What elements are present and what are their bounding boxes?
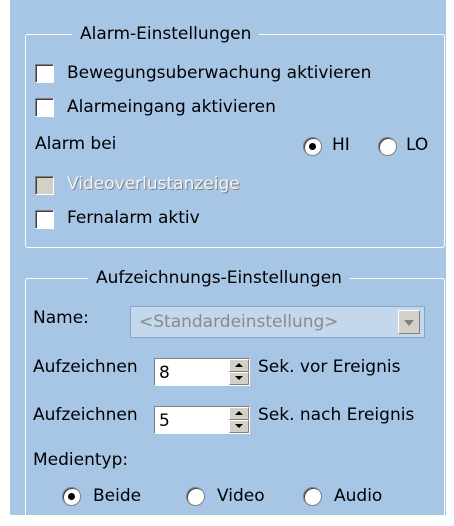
alarm-input-checkbox[interactable] [35, 98, 54, 117]
post-event-seconds-spinner[interactable]: 5 [154, 406, 250, 434]
post-event-suffix: Sek. nach Ereignis [258, 405, 415, 425]
name-label: Name: [33, 308, 89, 328]
media-both-label: Beide [93, 486, 142, 506]
spin-down-icon[interactable] [229, 372, 249, 385]
alarm-lo-radio[interactable] [378, 137, 397, 156]
media-audio-radio[interactable] [303, 487, 322, 506]
remote-alarm-label: Fernalarm aktiv [67, 208, 200, 228]
alarm-lo-label: LO [406, 135, 429, 155]
alarm-hi-radio[interactable] [303, 137, 322, 156]
media-video-label: Video [217, 486, 265, 506]
alarm-settings-legend: Alarm-Einstellungen [72, 24, 260, 44]
name-select-value: <Standardeinstellung> [139, 312, 339, 332]
chevron-down-icon [398, 310, 420, 334]
motion-detection-label: Bewegungsuberwachung aktivieren [67, 63, 372, 83]
pre-event-suffix: Sek. vor Ereignis [258, 357, 401, 377]
alarm-hi-label: HI [332, 135, 350, 155]
post-event-record-label: Aufzeichnen [33, 405, 138, 425]
video-loss-checkbox [35, 176, 54, 195]
media-both-radio[interactable] [62, 487, 81, 506]
post-event-seconds-value: 5 [159, 411, 170, 431]
spin-up-icon[interactable] [229, 359, 249, 372]
name-select: <Standardeinstellung> [130, 306, 425, 338]
media-video-radio[interactable] [186, 487, 205, 506]
spinner-arrows [229, 359, 249, 385]
spinner-arrows [229, 407, 249, 433]
radio-selected-dot [309, 143, 316, 150]
motion-detection-checkbox[interactable] [35, 64, 54, 83]
alarm-on-label: Alarm bei [35, 134, 117, 154]
alarm-input-label: Alarmeingang aktivieren [67, 97, 276, 117]
remote-alarm-checkbox[interactable] [35, 210, 54, 229]
video-loss-label: Videoverlustanzeige [67, 174, 240, 194]
spin-up-icon[interactable] [229, 407, 249, 420]
spin-down-icon[interactable] [229, 420, 249, 433]
media-type-label: Medientyp: [33, 450, 129, 470]
pre-event-seconds-value: 8 [159, 363, 170, 383]
media-audio-label: Audio [334, 486, 383, 506]
pre-event-record-label: Aufzeichnen [33, 357, 138, 377]
radio-selected-dot [68, 493, 75, 500]
recording-settings-legend: Aufzeichnungs-Einstellungen [88, 268, 350, 288]
pre-event-seconds-spinner[interactable]: 8 [154, 358, 250, 386]
